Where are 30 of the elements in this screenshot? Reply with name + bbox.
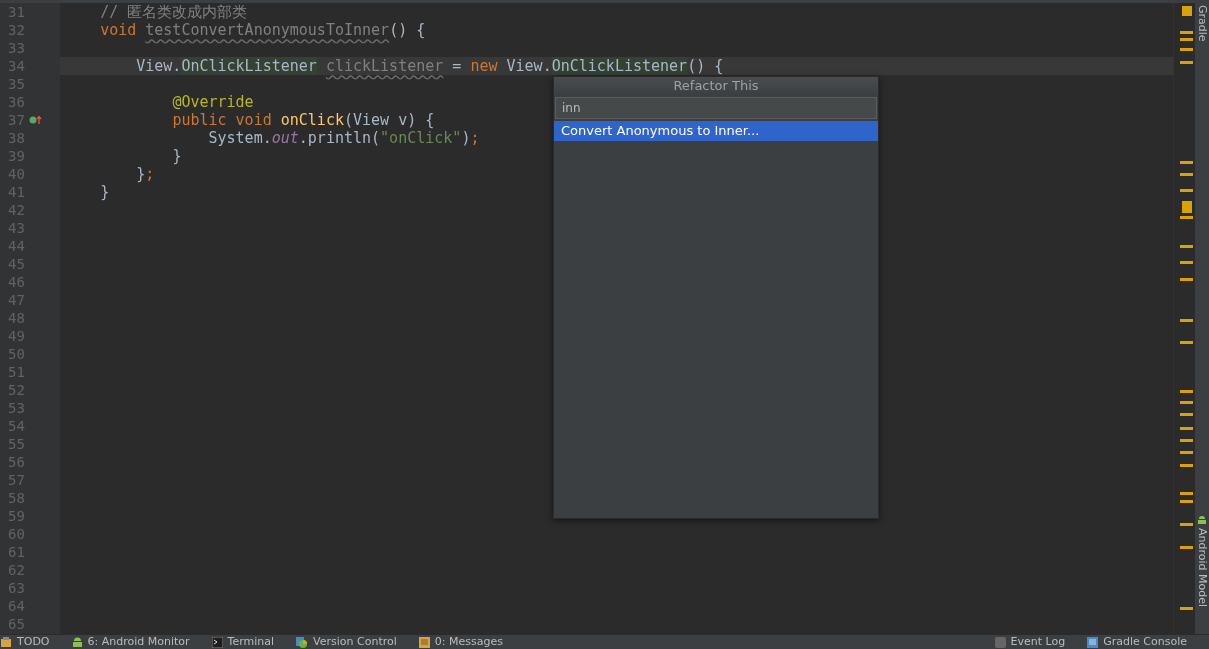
refactor-option[interactable]: Convert Anonymous to Inner...	[554, 121, 878, 141]
android-icon	[1197, 514, 1207, 526]
code-line: public void onClick(View v) {	[171, 111, 435, 129]
tool-window-button[interactable]: Terminal	[211, 635, 275, 649]
code-line: @Override	[171, 93, 254, 111]
event-log-icon	[994, 636, 1006, 648]
tool-window-button[interactable]: Event Log	[994, 635, 1066, 649]
tool-window-button[interactable]: 6: Android Monitor	[71, 635, 190, 649]
code-line: // 匿名类改成内部类	[99, 3, 248, 21]
todo-icon	[0, 636, 12, 648]
override-icon[interactable]	[28, 115, 43, 125]
terminal-icon	[211, 636, 223, 648]
tool-window-button[interactable]: Version Control	[296, 635, 397, 649]
code-line: View.OnClickListener clickListener = new View.OnClickListener() {	[135, 57, 724, 75]
code-line: System.out.println("onClick");	[207, 129, 480, 147]
version-control-icon	[296, 636, 309, 648]
console-icon	[1087, 636, 1099, 648]
code-line: }	[99, 183, 110, 201]
android-icon	[71, 636, 83, 648]
code-line: }	[171, 147, 182, 165]
side-tab[interactable]: Android Model	[1195, 527, 1209, 607]
search-field[interactable]: inn	[555, 97, 877, 119]
code-line: void testConvertAnonymousToInner() {	[99, 21, 426, 39]
tool-window-button[interactable]: TODO	[0, 635, 50, 649]
tool-window-button[interactable]: 0: Messages	[418, 635, 503, 649]
tool-window-button[interactable]: Gradle Console	[1087, 635, 1187, 649]
code-line: };	[135, 165, 155, 183]
side-tab[interactable]: Gradle	[1195, 5, 1209, 42]
popup-title: Refactor This	[554, 77, 878, 95]
messages-icon	[418, 636, 430, 648]
